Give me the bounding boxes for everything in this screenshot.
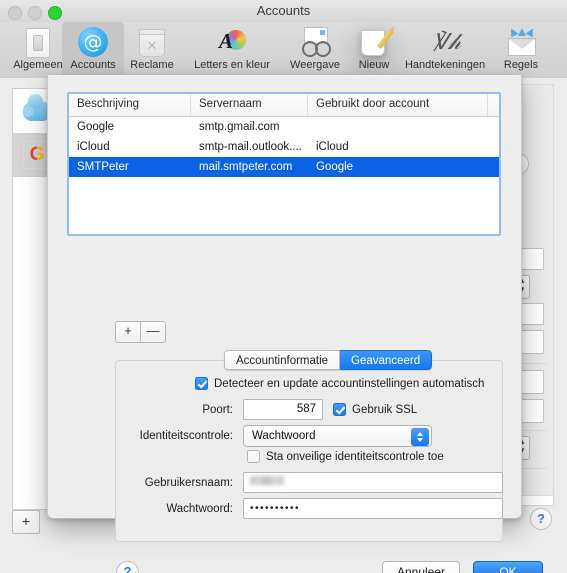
junk-trash-icon (136, 26, 168, 58)
column-header-spacer (488, 94, 499, 116)
cancel-button[interactable]: Annuleer (382, 561, 460, 573)
cell-beschrijving: Google (77, 121, 115, 133)
chevron-updown-icon (411, 427, 429, 446)
add-server-button[interactable]: + (115, 321, 141, 343)
table-row-selected[interactable]: SMTPeter mail.smtpeter.com Google (69, 157, 499, 177)
toolbar-item-weergave[interactable]: Weergave (281, 22, 349, 78)
add-account-button[interactable]: + (12, 510, 40, 534)
username-row: Gebruikersnaam: (132, 472, 503, 493)
server-list-controls: + — (115, 321, 166, 343)
ok-button[interactable]: OK (473, 561, 543, 573)
toolbar-label-reclame: Reclame (130, 59, 174, 71)
auto-detect-row[interactable]: Detecteer en update accountinstellingen … (195, 377, 484, 390)
window-titlebar: Accounts (0, 0, 567, 23)
port-input[interactable]: 587 (243, 399, 323, 420)
allow-insecure-checkbox[interactable] (247, 450, 260, 463)
at-sign-icon: @ (77, 26, 109, 58)
toolbar-item-reclame[interactable]: Reclame (120, 22, 184, 78)
password-label: Wachtwoord: (166, 502, 233, 515)
preferences-window: Accounts Algemeen @ Accounts Reclame A L… (0, 0, 567, 573)
toolbar-label-algemeen: Algemeen (13, 59, 63, 71)
toolbar-label-weergave: Weergave (290, 59, 340, 71)
toolbar-item-letters-en-kleur[interactable]: A Letters en kleur (184, 22, 280, 78)
compose-pencil-icon (358, 26, 395, 58)
tab-accountinformatie[interactable]: Accountinformatie (224, 350, 341, 370)
server-detail-tabs: Accountinformatie Geavanceerd (224, 350, 433, 370)
table-row[interactable]: iCloud smtp-mail.outlook.... iCloud (69, 137, 499, 157)
signature-icon: ℣𝒽 (433, 29, 461, 54)
toolbar-label-accounts: Accounts (70, 59, 116, 71)
password-input[interactable]: •••••••••• (243, 498, 503, 519)
authentication-label: Identiteitscontrole: (139, 430, 233, 442)
port-row: Poort: 587 Gebruik SSL (190, 399, 417, 420)
cell-servernaam: mail.smtpeter.com (199, 161, 293, 173)
preferences-toolbar: Algemeen @ Accounts Reclame A Letters en… (0, 22, 567, 79)
cell-account: Google (316, 161, 354, 173)
toolbar-label-handtekeningen: Handtekeningen (404, 59, 486, 71)
toolbar-label-regels: Regels (503, 59, 539, 71)
username-label: Gebruikersnaam: (144, 476, 233, 489)
cell-account: iCloud (316, 141, 349, 153)
rules-envelope-icon (505, 26, 537, 58)
column-header-servernaam[interactable]: Servernaam (191, 94, 308, 116)
allow-insecure-row[interactable]: Sta onveilige identiteitscontrole toe (247, 450, 444, 463)
authentication-value: Wachtwoord (252, 430, 316, 442)
use-ssl-checkbox[interactable] (333, 403, 346, 416)
remove-server-button[interactable]: — (141, 321, 166, 343)
window-help-button[interactable]: ? (530, 508, 552, 530)
table-row[interactable]: Google smtp.gmail.com (69, 117, 499, 137)
username-input[interactable] (243, 472, 503, 493)
toolbar-item-nieuw[interactable]: Nieuw (349, 22, 399, 78)
column-header-beschrijving[interactable]: Beschrijving (69, 94, 191, 116)
smtp-server-table[interactable]: Beschrijving Servernaam Gebruikt door ac… (67, 92, 501, 236)
toolbar-item-regels[interactable]: Regels (494, 22, 548, 78)
cell-beschrijving: iCloud (77, 141, 110, 153)
toolbar-item-handtekeningen[interactable]: ℣𝒽 Handtekeningen (396, 22, 494, 78)
allow-insecure-label: Sta onveilige identiteitscontrole toe (266, 450, 444, 463)
viewing-glasses-icon (299, 26, 331, 58)
general-icon (22, 26, 54, 58)
toolbar-label-letters-en-kleur: Letters en kleur (194, 59, 270, 71)
auto-detect-label: Detecteer en update accountinstellingen … (214, 377, 485, 390)
password-row: Wachtwoord: •••••••••• (132, 498, 503, 519)
cell-servernaam: smtp-mail.outlook.... (199, 141, 302, 153)
authentication-popup[interactable]: Wachtwoord (243, 425, 432, 447)
toolbar-label-nieuw: Nieuw (358, 59, 390, 71)
port-label: Poort: (202, 403, 233, 416)
use-ssl-label: Gebruik SSL (352, 403, 418, 416)
smtp-server-sheet: Beschrijving Servernaam Gebruikt door ac… (47, 75, 543, 573)
cell-beschrijving: SMTPeter (77, 161, 129, 173)
tab-geavanceerd[interactable]: Geavanceerd (340, 350, 433, 370)
column-header-gebruikt-door-account[interactable]: Gebruikt door account (308, 94, 488, 116)
toolbar-item-accounts[interactable]: @ Accounts (62, 22, 124, 78)
fonts-colors-icon: A (216, 26, 248, 58)
window-title: Accounts (256, 3, 311, 18)
authentication-row: Identiteitscontrole: Wachtwoord (132, 425, 432, 447)
table-header-row: Beschrijving Servernaam Gebruikt door ac… (69, 94, 499, 117)
auto-detect-checkbox[interactable] (195, 377, 208, 390)
username-redacted-value (250, 476, 284, 485)
cell-servernaam: smtp.gmail.com (199, 121, 280, 133)
